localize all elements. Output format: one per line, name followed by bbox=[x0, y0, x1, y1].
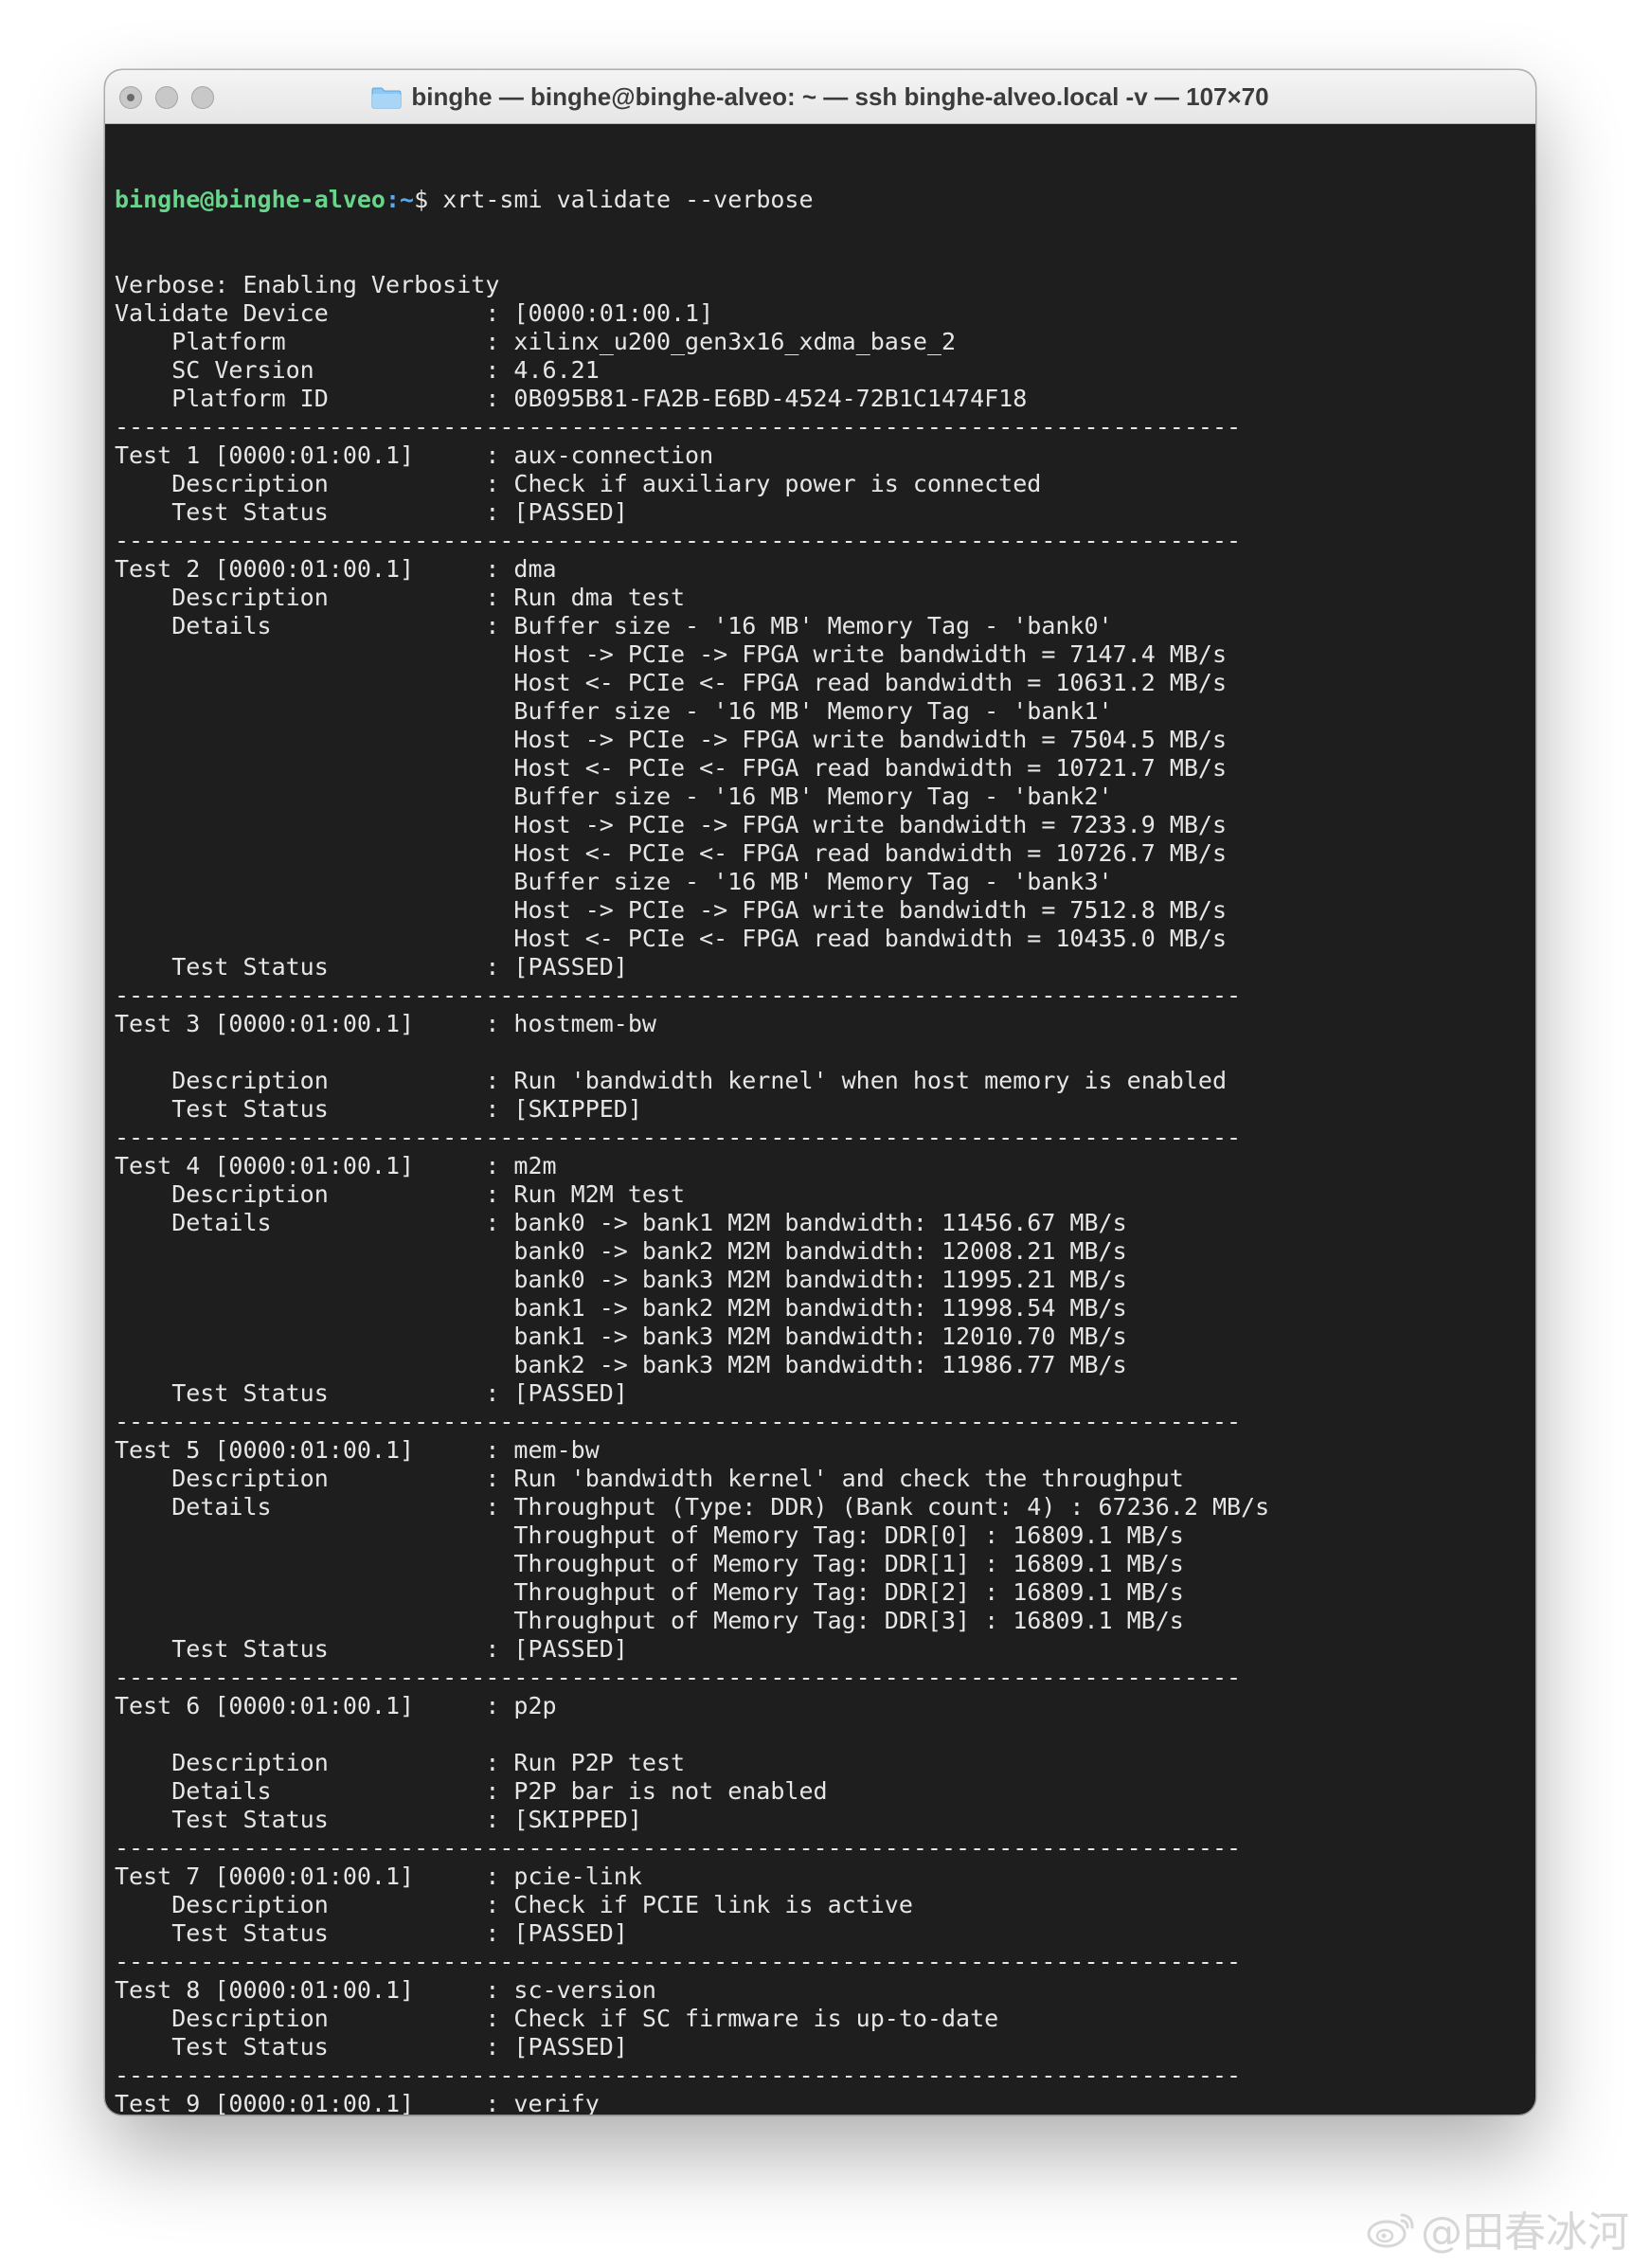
output-line: Details : Throughput (Type: DDR) (Bank c… bbox=[115, 1493, 1270, 1521]
output-line: Description : Run 'bandwidth kernel' whe… bbox=[115, 1067, 1227, 1094]
output-line: Buffer size - '16 MB' Memory Tag - 'bank… bbox=[115, 783, 1113, 810]
output-line: Throughput of Memory Tag: DDR[1] : 16809… bbox=[115, 1550, 1184, 1577]
watermark-text: @田春冰河 bbox=[1421, 2208, 1629, 2257]
output-line: Test 4 [0000:01:00.1] : m2m bbox=[115, 1152, 557, 1179]
output-line: Description : Run 'bandwidth kernel' and… bbox=[115, 1465, 1184, 1492]
output-line: Test 3 [0000:01:00.1] : hostmem-bw bbox=[115, 1010, 656, 1037]
output-line: Host -> PCIe -> FPGA write bandwidth = 7… bbox=[115, 640, 1227, 668]
window-title: binghe — binghe@binghe-alveo: ~ — ssh bi… bbox=[411, 81, 1269, 111]
output-line: bank2 -> bank3 M2M bandwidth: 11986.77 M… bbox=[115, 1351, 1127, 1378]
output-line: Test Status : [PASSED] bbox=[115, 498, 628, 526]
output-line: Test Status : [PASSED] bbox=[115, 1635, 628, 1663]
output-line: Host <- PCIe <- FPGA read bandwidth = 10… bbox=[115, 925, 1227, 952]
output-line: bank1 -> bank3 M2M bandwidth: 12010.70 M… bbox=[115, 1323, 1127, 1350]
output-line: Platform : xilinx_u200_gen3x16_xdma_base… bbox=[115, 328, 957, 355]
output-line: ----------------------------------------… bbox=[115, 1948, 1242, 1975]
output-line: Test Status : [PASSED] bbox=[115, 1379, 628, 1407]
output-line: Details : bank0 -> bank1 M2M bandwidth: … bbox=[115, 1209, 1127, 1236]
output-line: ----------------------------------------… bbox=[115, 527, 1242, 554]
output-line: Host <- PCIe <- FPGA read bandwidth = 10… bbox=[115, 839, 1227, 867]
output-line: Description : Check if PCIE link is acti… bbox=[115, 1891, 913, 1918]
output-line: Test Status : [PASSED] bbox=[115, 953, 628, 981]
output-line: bank0 -> bank3 M2M bandwidth: 11995.21 M… bbox=[115, 1266, 1127, 1293]
output-line: Test 2 [0000:01:00.1] : dma bbox=[115, 555, 557, 583]
output-line: Test 9 [0000:01:00.1] : verify bbox=[115, 2090, 600, 2115]
command-line: binghe@binghe-alveo:~$ xrt-smi validate … bbox=[115, 186, 1526, 214]
output-line: Throughput of Memory Tag: DDR[2] : 16809… bbox=[115, 1578, 1184, 1606]
output-line: ----------------------------------------… bbox=[115, 1124, 1242, 1151]
output-line: Test 7 [0000:01:00.1] : pcie-link bbox=[115, 1863, 642, 1890]
output-line: Description : Check if SC firmware is up… bbox=[115, 2005, 999, 2032]
output-line: Description : Run P2P test bbox=[115, 1749, 686, 1776]
terminal-content[interactable]: binghe@binghe-alveo:~$ xrt-smi validate … bbox=[105, 125, 1535, 2115]
output-line: ----------------------------------------… bbox=[115, 1834, 1242, 1862]
output-line: Buffer size - '16 MB' Memory Tag - 'bank… bbox=[115, 868, 1113, 895]
output-line: ----------------------------------------… bbox=[115, 981, 1242, 1009]
command-output: Verbose: Enabling Verbosity Validate Devi… bbox=[115, 271, 1526, 2115]
window-title-container: binghe — binghe@binghe-alveo: ~ — ssh bi… bbox=[105, 70, 1535, 123]
output-line: Host -> PCIe -> FPGA write bandwidth = 7… bbox=[115, 726, 1227, 753]
output-line: Description : Check if auxiliary power i… bbox=[115, 470, 1042, 497]
output-line: Host <- PCIe <- FPGA read bandwidth = 10… bbox=[115, 669, 1227, 696]
prompt-command: $ xrt-smi validate --verbose bbox=[414, 186, 814, 213]
output-line: Throughput of Memory Tag: DDR[3] : 16809… bbox=[115, 1607, 1184, 1634]
output-line: Test Status : [PASSED] bbox=[115, 1919, 628, 1947]
output-line: Description : Run dma test bbox=[115, 584, 686, 611]
title-bar[interactable]: binghe — binghe@binghe-alveo: ~ — ssh bi… bbox=[105, 70, 1535, 124]
output-line: ----------------------------------------… bbox=[115, 2061, 1242, 2089]
output-line: bank0 -> bank2 M2M bandwidth: 12008.21 M… bbox=[115, 1237, 1127, 1265]
output-line: Host -> PCIe -> FPGA write bandwidth = 7… bbox=[115, 896, 1227, 924]
output-line: Description : Run M2M test bbox=[115, 1180, 686, 1208]
output-line: Verbose: Enabling Verbosity bbox=[115, 271, 500, 298]
output-line: Test Status : [SKIPPED] bbox=[115, 1806, 642, 1833]
output-line: Test 6 [0000:01:00.1] : p2p bbox=[115, 1692, 557, 1719]
output-line: Test 1 [0000:01:00.1] : aux-connection bbox=[115, 441, 714, 469]
output-line: Test Status : [PASSED] bbox=[115, 2033, 628, 2061]
output-line: Throughput of Memory Tag: DDR[0] : 16809… bbox=[115, 1521, 1184, 1549]
folder-icon bbox=[371, 87, 402, 109]
output-line: ----------------------------------------… bbox=[115, 1408, 1242, 1435]
output-line: Test Status : [SKIPPED] bbox=[115, 1095, 642, 1123]
output-line: Details : P2P bar is not enabled bbox=[115, 1777, 828, 1805]
output-line: ----------------------------------------… bbox=[115, 1664, 1242, 1691]
output-line: SC Version : 4.6.21 bbox=[115, 356, 600, 384]
watermark: @田春冰河 bbox=[1366, 2200, 1629, 2257]
output-line: ----------------------------------------… bbox=[115, 413, 1242, 441]
output-line: Buffer size - '16 MB' Memory Tag - 'bank… bbox=[115, 697, 1113, 725]
output-line: Host <- PCIe <- FPGA read bandwidth = 10… bbox=[115, 754, 1227, 782]
terminal-window[interactable]: binghe — binghe@binghe-alveo: ~ — ssh bi… bbox=[105, 70, 1535, 2115]
output-line: Host -> PCIe -> FPGA write bandwidth = 7… bbox=[115, 811, 1227, 838]
output-line: bank1 -> bank2 M2M bandwidth: 11998.54 M… bbox=[115, 1294, 1127, 1322]
output-line: Validate Device : [0000:01:00.1] bbox=[115, 299, 714, 327]
output-line: Platform ID : 0B095B81-FA2B-E6BD-4524-72… bbox=[115, 385, 1028, 412]
prompt-user-host: binghe@binghe-alveo bbox=[115, 186, 386, 213]
prompt-path: :~ bbox=[385, 186, 415, 213]
output-line: Test 5 [0000:01:00.1] : mem-bw bbox=[115, 1436, 600, 1464]
weibo-logo-icon bbox=[1367, 2213, 1414, 2248]
output-line: Details : Buffer size - '16 MB' Memory T… bbox=[115, 612, 1113, 639]
output-line: Test 8 [0000:01:00.1] : sc-version bbox=[115, 1976, 656, 2004]
